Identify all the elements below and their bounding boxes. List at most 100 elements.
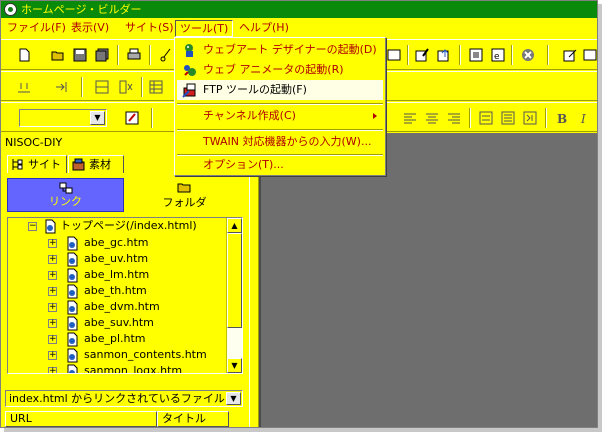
delete-cell-icon xyxy=(119,80,133,94)
editor-workspace[interactable] xyxy=(259,133,597,427)
collapse-toggle[interactable]: − xyxy=(28,222,37,231)
tag-icon xyxy=(125,111,139,125)
tree-item-label: abe_th.htm xyxy=(84,284,147,297)
menu-separator xyxy=(177,103,383,105)
column-url[interactable]: URL xyxy=(5,411,157,427)
chevron-down-icon[interactable]: ▼ xyxy=(226,392,241,405)
site-tree-icon xyxy=(12,159,23,170)
align-left-button[interactable] xyxy=(401,109,419,127)
bold-button[interactable]: B xyxy=(553,109,571,127)
tab-material-label: 素材 xyxy=(89,158,111,171)
align-center-button[interactable] xyxy=(423,109,441,127)
expand-toggle[interactable]: + xyxy=(48,319,57,328)
split-cell-icon xyxy=(95,80,109,94)
table-icon xyxy=(149,80,163,94)
tab-site[interactable]: サイト xyxy=(7,155,67,173)
expand-toggle[interactable]: + xyxy=(48,367,57,373)
italic-icon: I xyxy=(580,112,586,125)
site-tree[interactable]: − トップページ(/index.html) + abe_gc.htm + abe… xyxy=(7,217,243,374)
html-page-icon xyxy=(67,300,78,315)
save-button[interactable] xyxy=(71,46,89,64)
save-all-icon xyxy=(95,48,109,62)
expand-toggle[interactable]: + xyxy=(48,255,57,264)
edit-button[interactable] xyxy=(413,46,431,64)
scroll-up-icon[interactable]: ▲ xyxy=(227,218,242,233)
tree-item-label: abe_suv.htm xyxy=(84,316,154,329)
menu-item-web-art-designer[interactable]: ウェブアート デザイナーの起動(D) xyxy=(177,40,383,60)
column-title[interactable]: タイトル xyxy=(157,411,229,427)
publish-icon xyxy=(437,49,449,62)
scroll-thumb[interactable] xyxy=(227,233,242,328)
link-filter-select[interactable]: index.html からリンクされているファイル ▼ xyxy=(5,390,243,407)
html-page-icon xyxy=(67,268,78,283)
tool-menu: ウェブアート デザイナーの起動(D) ウェブ アニメータの起動(R) FTP ツ… xyxy=(174,37,386,176)
menu-view[interactable]: 表示(V) xyxy=(67,20,113,37)
stop-button[interactable] xyxy=(519,46,537,64)
tag-button[interactable] xyxy=(123,109,141,127)
more-button[interactable] xyxy=(581,46,597,64)
delete-cell-button[interactable] xyxy=(117,78,135,96)
print-button[interactable] xyxy=(125,46,143,64)
new-button[interactable] xyxy=(15,46,33,64)
tree-item-label: abe_lm.htm xyxy=(84,268,150,281)
menu-item-channel[interactable]: チャンネル作成(C) xyxy=(177,106,383,126)
home-page-icon xyxy=(45,219,56,234)
scissors-icon xyxy=(160,48,171,62)
indent-button[interactable] xyxy=(477,109,495,127)
menu-help[interactable]: ヘルプ(H) xyxy=(235,20,293,37)
menu-item-label: オプション(T)... xyxy=(203,158,284,171)
insert-row-icon xyxy=(56,82,67,92)
toolbar-separator xyxy=(149,45,151,65)
align-left-icon xyxy=(404,113,416,124)
save-all-button[interactable] xyxy=(93,46,111,64)
link-view-button[interactable]: リンク xyxy=(7,178,124,212)
style-select[interactable]: ▼ xyxy=(19,109,107,127)
window-title: ホームページ・ビルダー xyxy=(21,3,142,16)
folder-open-icon xyxy=(51,51,64,61)
menu-item-ftp-tool[interactable]: FTP ツールの起動(F) xyxy=(177,80,383,100)
menu-site[interactable]: サイト(S) xyxy=(121,20,178,37)
chevron-down-icon[interactable]: ▼ xyxy=(90,111,105,125)
open-button[interactable] xyxy=(49,46,67,64)
link-filter-value: index.html からリンクされているファイル xyxy=(9,392,225,405)
expand-toggle[interactable]: + xyxy=(48,271,57,280)
expand-toggle[interactable]: + xyxy=(48,287,57,296)
new-page-icon xyxy=(19,48,30,62)
menu-tool[interactable]: ツール(T) xyxy=(175,20,234,37)
expand-toggle[interactable]: + xyxy=(48,303,57,312)
menu-item-options[interactable]: オプション(T)... xyxy=(177,155,383,175)
menu-file[interactable]: ファイル(F) xyxy=(3,20,70,37)
expand-toggle[interactable]: + xyxy=(48,351,57,360)
expand-toggle[interactable]: + xyxy=(48,239,57,248)
publish-button[interactable] xyxy=(435,46,453,64)
title-bar: ホームページ・ビルダー xyxy=(1,1,597,18)
insert-row-button[interactable] xyxy=(53,78,71,96)
page-view-button[interactable] xyxy=(467,46,485,64)
folder-view-button[interactable]: フォルダ xyxy=(126,178,243,212)
italic-button[interactable]: I xyxy=(575,109,593,127)
insert-rule-button[interactable] xyxy=(15,78,33,96)
outdent-button[interactable] xyxy=(521,109,539,127)
align-right-button[interactable] xyxy=(445,109,463,127)
compose-button[interactable] xyxy=(561,46,579,64)
print-icon xyxy=(127,48,141,60)
cut-button[interactable] xyxy=(157,46,175,64)
list-button[interactable] xyxy=(499,109,517,127)
submenu-arrow-icon xyxy=(373,113,377,119)
toolbar-separator xyxy=(407,45,409,65)
split-cell-button[interactable] xyxy=(93,78,111,96)
toolbar-separator xyxy=(81,77,83,97)
browser-preview-button[interactable] xyxy=(385,46,403,64)
tab-material[interactable]: 素材 xyxy=(68,155,124,173)
table-button[interactable] xyxy=(147,78,165,96)
tree-root-label: トップページ(/index.html) xyxy=(60,219,197,232)
tree-scrollbar[interactable]: ▲ ▼ xyxy=(226,218,242,373)
outdent-icon xyxy=(523,111,537,125)
html-view-button[interactable]: e xyxy=(489,46,507,64)
pane-splitter[interactable] xyxy=(249,133,259,427)
expand-toggle[interactable]: + xyxy=(48,335,57,344)
menu-item-web-animator[interactable]: ウェブ アニメータの起動(R) xyxy=(177,60,383,80)
menu-item-twain[interactable]: TWAIN 対応機器からの入力(W)... xyxy=(177,132,383,152)
scroll-down-icon[interactable]: ▼ xyxy=(227,358,242,373)
toolbar-separator xyxy=(469,108,471,128)
